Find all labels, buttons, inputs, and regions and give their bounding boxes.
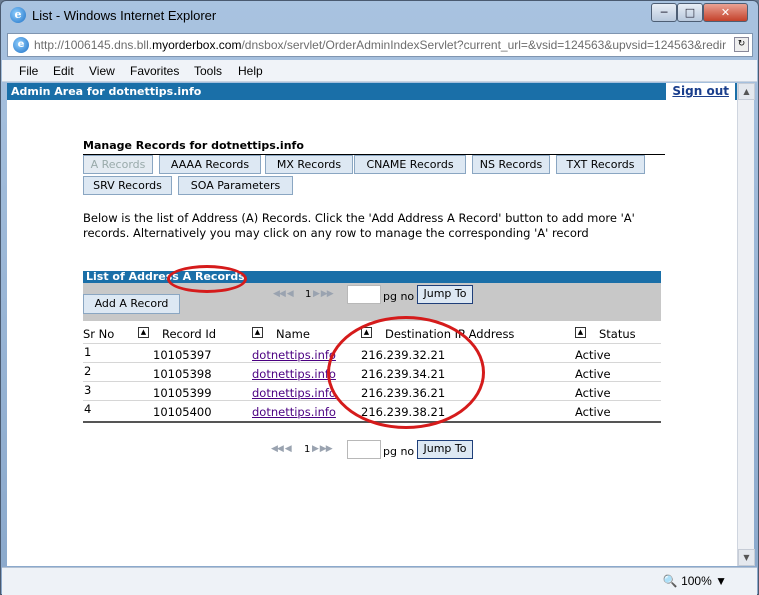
row-2-id[interactable]: 10105398 — [153, 367, 212, 381]
row-1-name[interactable]: dotnettips.info — [252, 348, 336, 362]
scroll-up-icon[interactable]: ▲ — [738, 83, 755, 100]
row-1-id[interactable]: 10105397 — [153, 348, 212, 362]
page-icon: e — [13, 37, 29, 53]
title-bar: e List - Windows Internet Explorer ─ □ ✕ — [1, 1, 758, 31]
pager-next-icons[interactable]: ▶ ▶▶ — [313, 289, 334, 299]
row-3-id[interactable]: 10105399 — [153, 386, 212, 400]
jump-to-button[interactable]: Jump To — [417, 285, 473, 304]
col-status: Status — [599, 327, 636, 341]
browser-window: e List - Windows Internet Explorer ─ □ ✕… — [0, 0, 759, 595]
description-text: Below is the list of Address (A) Records… — [83, 211, 635, 240]
sort-record-id-icon[interactable]: ▲ — [252, 327, 263, 338]
vertical-scrollbar[interactable]: ▲ ▼ — [737, 83, 755, 566]
tab-txt-records[interactable]: TXT Records — [556, 155, 645, 174]
bottom-pager: ◀◀ ◀ 1 ▶ ▶▶ pg no Jump To — [271, 440, 481, 460]
pg-no-label: pg no — [383, 445, 415, 458]
menu-help[interactable]: Help — [238, 64, 263, 78]
zoom-level[interactable]: 🔍 100% ▼ — [663, 574, 727, 588]
row-4-sr: 4 — [84, 402, 92, 416]
row-3-sr: 3 — [84, 383, 92, 397]
row-3-status[interactable]: Active — [575, 386, 611, 400]
menu-favorites[interactable]: Favorites — [130, 64, 179, 78]
tab-soa-parameters[interactable]: SOA Parameters — [178, 176, 293, 195]
tab-a-records[interactable]: A Records — [83, 155, 153, 174]
row-3-name[interactable]: dotnettips.info — [252, 386, 336, 400]
row-4-id[interactable]: 10105400 — [153, 405, 212, 419]
menu-file[interactable]: File — [19, 64, 38, 78]
refresh-icon[interactable]: ↻ — [734, 37, 749, 52]
tab-aaaa-records[interactable]: AAAA Records — [159, 155, 261, 174]
pager-page-number: 1 — [304, 444, 311, 455]
tab-mx-records[interactable]: MX Records — [265, 155, 353, 174]
sort-destination-icon[interactable]: ▲ — [575, 327, 586, 338]
jump-to-button[interactable]: Jump To — [417, 440, 473, 459]
col-name: Name — [276, 327, 310, 341]
address-bar[interactable]: e http://1006145.dns.bll.myorderbox.com/… — [7, 33, 753, 57]
tab-srv-records[interactable]: SRV Records — [83, 176, 172, 195]
menu-edit[interactable]: Edit — [53, 64, 74, 78]
row-4-status[interactable]: Active — [575, 405, 611, 419]
tab-cname-records[interactable]: CNAME Records — [354, 155, 466, 174]
window-title: List - Windows Internet Explorer — [32, 8, 217, 23]
add-a-record-button[interactable]: Add A Record — [83, 294, 180, 314]
row-1-sr: 1 — [84, 345, 92, 359]
top-pager: ◀◀ ◀ 1 ▶ ▶▶ pg no Jump To — [273, 285, 483, 305]
annotation-circle-a-records — [167, 265, 247, 293]
page-number-input[interactable] — [347, 285, 381, 304]
page-content: Admin Area for dotnettips.info Sign out … — [7, 83, 737, 566]
row-2-name[interactable]: dotnettips.info — [252, 367, 336, 381]
minimize-button[interactable]: ─ — [651, 3, 677, 22]
col-sr-no: Sr No — [83, 327, 115, 341]
menu-tools[interactable]: Tools — [194, 64, 222, 78]
menu-bar: File Edit View Favorites Tools Help — [2, 60, 757, 82]
admin-area-title: Admin Area for dotnettips.info — [11, 85, 202, 98]
ie-logo-icon: e — [10, 7, 26, 23]
admin-area-bar: Admin Area for dotnettips.info Sign out — [7, 83, 737, 100]
page-number-input[interactable] — [347, 440, 381, 459]
sign-out-link[interactable]: Sign out — [666, 83, 735, 100]
pager-prev-icons[interactable]: ◀◀ ◀ — [273, 289, 294, 299]
pager-prev-icons[interactable]: ◀◀ ◀ — [271, 444, 292, 454]
status-bar: 🔍 100% ▼ — [2, 567, 757, 595]
row-4-name[interactable]: dotnettips.info — [252, 405, 336, 419]
maximize-button[interactable]: □ — [677, 3, 703, 22]
menu-view[interactable]: View — [89, 64, 115, 78]
row-1-status[interactable]: Active — [575, 348, 611, 362]
row-2-status[interactable]: Active — [575, 367, 611, 381]
pager-page-number: 1 — [305, 289, 312, 300]
pg-no-label: pg no — [383, 290, 415, 303]
tab-ns-records[interactable]: NS Records — [472, 155, 550, 174]
sort-sr-no-icon[interactable]: ▲ — [138, 327, 149, 338]
address-url[interactable]: http://1006145.dns.bll.myorderbox.com/dn… — [34, 38, 734, 52]
section-title: Manage Records for dotnettips.info — [83, 139, 665, 155]
scroll-down-icon[interactable]: ▼ — [738, 549, 755, 566]
pager-next-icons[interactable]: ▶ ▶▶ — [312, 444, 333, 454]
row-2-sr: 2 — [84, 364, 92, 378]
annotation-circle-ip-column — [327, 316, 485, 429]
close-button[interactable]: ✕ — [703, 3, 748, 22]
col-record-id: Record Id — [162, 327, 217, 341]
